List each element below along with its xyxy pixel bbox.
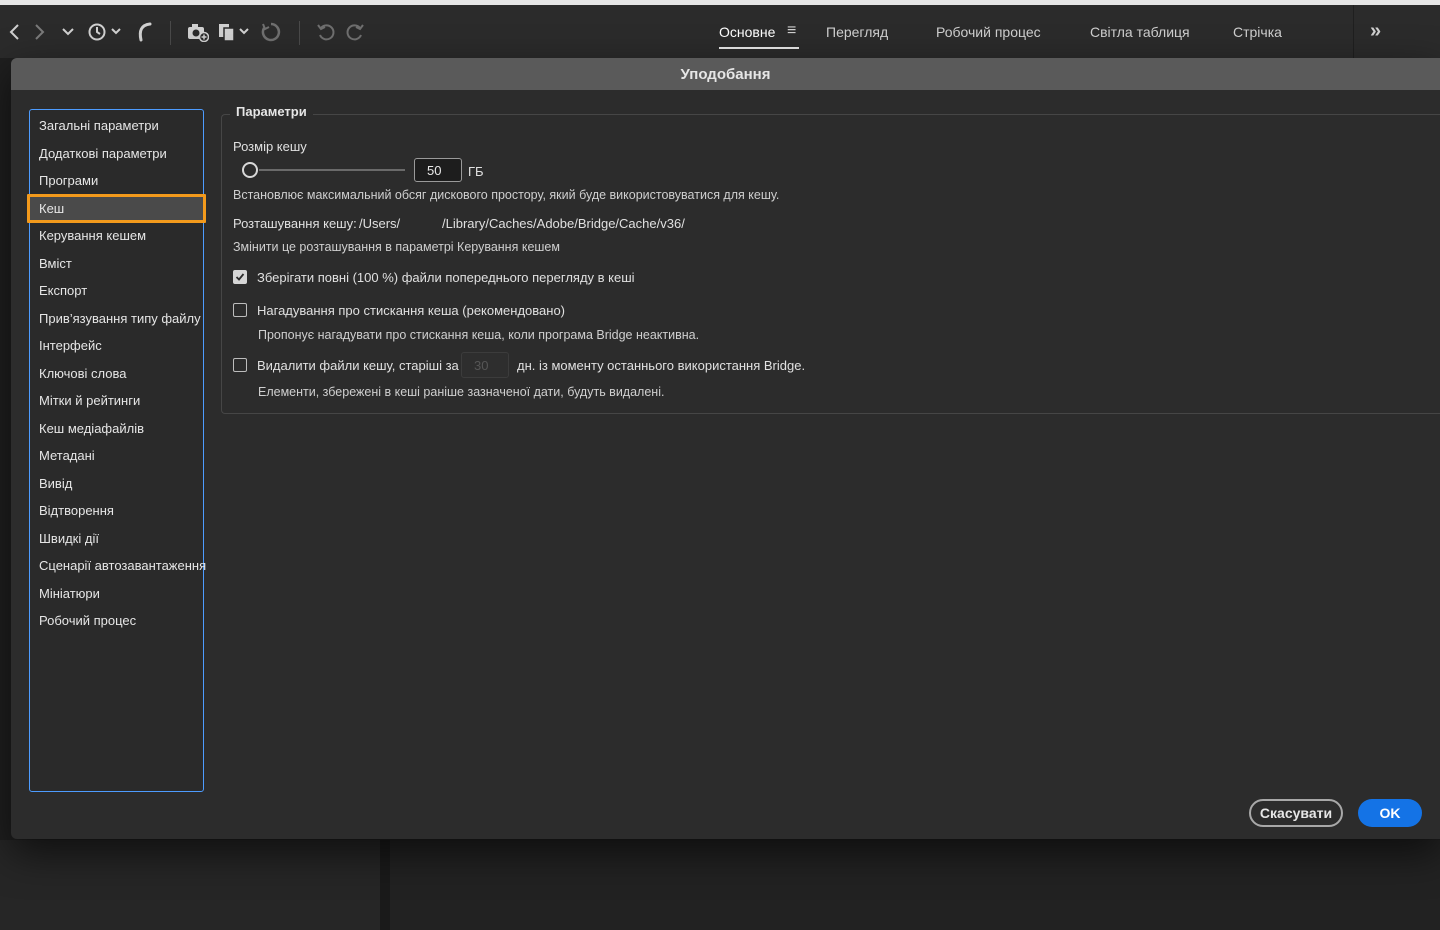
workspace-menu-icon[interactable]: ≡ [787, 22, 796, 40]
category-item-media-cache[interactable]: Кеш медіафайлів [30, 415, 203, 443]
cache-size-label: Розмір кешу [233, 139, 307, 154]
category-item-file-type-association[interactable]: Прив’язування типу файлу [30, 305, 203, 333]
delete-old-cache-checkbox[interactable] [233, 358, 247, 372]
camera-get-photos-icon[interactable] [186, 5, 210, 58]
rotate-left-icon[interactable] [315, 5, 337, 58]
checkmark-icon [235, 273, 245, 281]
category-item-advanced[interactable]: Додаткові параметри [30, 140, 203, 168]
toolbar-divider [1353, 5, 1354, 58]
category-item-cache[interactable]: Кеш [27, 193, 206, 223]
back-icon[interactable] [4, 5, 24, 58]
category-item-playback[interactable]: Відтворення [30, 497, 203, 525]
cache-location-hint: Змінити це розташування в параметрі Керу… [233, 240, 560, 254]
category-item-applications[interactable]: Програми [30, 167, 203, 195]
cache-size-description: Встановлює максимальний обсяг дискового … [233, 188, 780, 202]
category-item-labels-ratings[interactable]: Мітки й рейтинги [30, 387, 203, 415]
delete-old-cache-hint: Елементи, збережені в кеші раніше зазнач… [258, 385, 665, 399]
tab-workspace-filmstrip[interactable]: Стрічка [1233, 5, 1282, 58]
category-item-metadata[interactable]: Метадані [30, 442, 203, 470]
cache-size-unit: ГБ [468, 164, 484, 179]
cache-size-slider-track[interactable] [259, 169, 405, 171]
more-workspaces-icon[interactable]: » [1370, 5, 1381, 58]
rotate-right-icon[interactable] [344, 5, 366, 58]
active-tab-underline [719, 47, 799, 49]
boomerang-icon[interactable] [133, 5, 155, 58]
category-item-startup-scripts[interactable]: Сценарії автозавантаження [30, 552, 206, 580]
category-item-interface[interactable]: Інтерфейс [30, 332, 203, 360]
preferences-category-list: Загальні параметри Додаткові параметри П… [27, 109, 206, 792]
category-item-thumbnails[interactable]: Мініатюри [30, 580, 203, 608]
keep-full-previews-label: Зберігати повні (100 %) файли попередньо… [257, 270, 635, 285]
cache-size-input[interactable]: 50 [414, 158, 462, 182]
chevron-down-icon[interactable] [60, 5, 76, 58]
category-item-export[interactable]: Експорт [30, 277, 203, 305]
category-item-keywords[interactable]: Ключові слова [30, 360, 203, 388]
compact-reminder-hint: Пропонує нагадувати про стискання кеша, … [258, 328, 700, 342]
app-toolbar: Основне ≡ Перегляд Робочий процес Світла… [0, 5, 1440, 58]
delete-old-cache-label: Видалити файли кешу, старіші за [257, 358, 459, 373]
category-item-workflow[interactable]: Робочий процес [30, 607, 203, 635]
delete-old-cache-suffix: дн. із моменту останнього використання B… [517, 358, 806, 373]
tab-workspace-essentials[interactable]: Основне [719, 5, 775, 58]
tab-workspace-review[interactable]: Перегляд [826, 5, 888, 58]
refine-icon[interactable] [260, 5, 282, 58]
cancel-button[interactable]: Скасувати [1249, 799, 1343, 827]
dialog-title: Уподобання [11, 58, 1440, 90]
category-item-cache-management[interactable]: Керування кешем [30, 222, 203, 250]
cache-size-slider-thumb[interactable] [242, 162, 258, 178]
cache-location-label: Розташування кешу: [233, 216, 357, 231]
delete-old-days-input[interactable]: 30 [461, 352, 509, 378]
compact-reminder-label: Нагадування про стискання кеша (рекоменд… [257, 303, 566, 318]
toolbar-divider [299, 21, 300, 45]
copy-files-icon[interactable] [217, 5, 253, 58]
background-panel-left [0, 840, 380, 930]
tab-workspace-light-table[interactable]: Світла таблиця [1090, 5, 1190, 58]
category-item-content[interactable]: Вміст [30, 250, 203, 278]
tab-workspace-workflow[interactable]: Робочий процес [936, 5, 1041, 58]
compact-reminder-checkbox[interactable] [233, 303, 247, 317]
settings-group-title: Параметри [230, 104, 313, 119]
category-item-general[interactable]: Загальні параметри [30, 112, 203, 140]
keep-full-previews-checkbox[interactable] [233, 270, 247, 284]
forward-icon[interactable] [30, 5, 50, 58]
preferences-dialog: Уподобання Загальні параметри Додаткові … [11, 58, 1440, 839]
recent-history-icon[interactable] [86, 5, 124, 58]
category-item-quick-actions[interactable]: Швидкі дії [30, 525, 203, 553]
cache-location-path-start: /Users/ [359, 216, 401, 231]
toolbar-divider [170, 21, 171, 45]
ok-button[interactable]: OK [1358, 799, 1422, 827]
category-item-output[interactable]: Вивід [30, 470, 203, 498]
background-panel-content [390, 840, 1440, 930]
background-panel-divider[interactable] [380, 840, 390, 930]
cache-location-path-end: /Library/Caches/Adobe/Bridge/Cache/v36/ [442, 216, 685, 231]
